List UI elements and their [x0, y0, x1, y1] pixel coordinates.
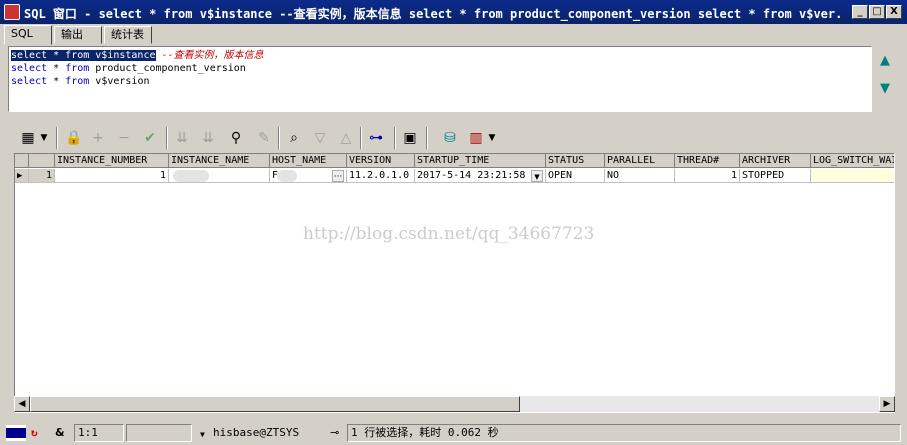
chevron-down-icon[interactable]: ▼	[531, 170, 543, 182]
window-title: SQL 窗口 - select * from v$instance --查看实例…	[24, 7, 844, 21]
column-header[interactable]: INSTANCE_NAME	[169, 154, 270, 168]
minus-icon[interactable]: −	[114, 128, 134, 148]
toolbar-separator	[166, 127, 168, 149]
minimize-button[interactable]: _	[852, 5, 868, 19]
grid-toolbar: ▦ ▼ 🔒 + − ✔ ⇊ ⇊ ⚲ ✎ ⌕ ▽ △ ⊶ ▣ ⛁ ▥ ▼	[14, 124, 894, 152]
code-comment: --查看实例，版本信息	[155, 50, 264, 61]
database-icon[interactable]: ⛁	[440, 128, 460, 148]
maximize-button[interactable]: □	[869, 5, 885, 19]
scroll-right-icon[interactable]: ▶	[879, 396, 895, 412]
keyword: select	[11, 76, 48, 87]
selected-code: select * from v$instance	[11, 50, 156, 61]
binoculars-icon[interactable]: ⚲	[226, 128, 246, 148]
tab-sql[interactable]: SQL	[4, 25, 52, 45]
cell-startup-time[interactable]: 2017-5-14 23:21:58	[415, 169, 546, 183]
sql-editor[interactable]: select * from v$instance --查看实例，版本信息 sel…	[8, 46, 872, 112]
code-text: *	[47, 76, 66, 87]
app-icon	[4, 4, 20, 20]
cell-status[interactable]: OPEN	[546, 169, 605, 183]
lock-icon[interactable]: 🔒	[64, 128, 84, 148]
chevron-down-icon[interactable]: ▼	[486, 128, 498, 148]
tab-output[interactable]: 输出	[54, 26, 102, 44]
horizontal-scrollbar[interactable]: ◀ ▶	[14, 396, 895, 412]
pin-icon: ⊸	[330, 426, 340, 439]
redacted-blur	[173, 170, 209, 182]
plus-icon[interactable]: +	[88, 128, 108, 148]
ampersand-icon[interactable]: &	[55, 426, 65, 440]
column-header[interactable]: INSTANCE_NUMBER	[55, 154, 169, 168]
editor-line-1: select * from v$instance --查看实例，版本信息	[11, 49, 264, 62]
column-header[interactable]: STATUS	[546, 154, 605, 168]
row-indicator-header	[15, 154, 29, 168]
status-bar: ↻ & 1:1 ▼ hisbase@ZTSYS ⊸ 1 行被选择，耗时 0.06…	[0, 422, 907, 445]
watermark-text: http://blog.csdn.net/qq_34667723	[303, 224, 595, 244]
title-bar: SQL 窗口 - select * from v$instance --查看实例…	[0, 0, 907, 24]
arrow-down-double-icon[interactable]: ⇊	[172, 128, 192, 148]
toolbar-separator	[56, 127, 58, 149]
cell-instance-number[interactable]: 1	[55, 169, 169, 183]
arrow-down-double-alt-icon[interactable]: ⇊	[198, 128, 218, 148]
cell-parallel[interactable]: NO	[605, 169, 675, 183]
row-number-header	[29, 154, 55, 168]
chevron-down-icon[interactable]: ▼	[38, 128, 50, 148]
cell-log-switch-wait[interactable]	[811, 169, 894, 183]
cell-version[interactable]: 11.2.0.1.0	[347, 169, 415, 183]
ellipsis-button[interactable]: ···	[332, 170, 344, 182]
cursor-position: 1:1	[74, 424, 124, 442]
check-icon[interactable]: ✔	[140, 128, 160, 148]
tab-statistics[interactable]: 统计表	[104, 26, 152, 44]
grid-icon[interactable]: ▦	[18, 128, 38, 148]
refresh-icon[interactable]: ↻	[31, 426, 38, 440]
editor-line-2: select * from product_component_version	[11, 62, 264, 75]
column-header[interactable]: PARALLEL	[605, 154, 675, 168]
code-text: v$version	[89, 76, 150, 87]
cell-thread[interactable]: 1	[675, 169, 740, 183]
filter-down-icon[interactable]: ▽	[310, 128, 330, 148]
toolbar-separator	[426, 127, 428, 149]
code-text: product_component_version	[89, 63, 246, 74]
column-header[interactable]: ARCHIVER	[740, 154, 811, 168]
cell-archiver[interactable]: STOPPED	[740, 169, 811, 183]
column-header[interactable]: HOST_NAME	[270, 154, 347, 168]
result-grid[interactable]: INSTANCE_NUMBER INSTANCE_NAME HOST_NAME …	[14, 153, 895, 413]
tree-icon[interactable]: ⊶	[366, 128, 386, 148]
query-icon[interactable]: ⌕	[284, 128, 304, 148]
column-header[interactable]: VERSION	[347, 154, 415, 168]
column-header[interactable]: THREAD#	[675, 154, 740, 168]
toolbar-separator	[278, 127, 280, 149]
toolbar-separator	[360, 127, 362, 149]
keyword: from	[65, 63, 90, 74]
redacted-blur	[277, 170, 297, 182]
toolbar-separator	[394, 127, 396, 149]
status-message: 1 行被选择，耗时 0.062 秒	[347, 424, 901, 442]
connection-label[interactable]: hisbase@ZTSYS	[213, 426, 299, 440]
save-icon[interactable]: ▣	[400, 128, 420, 148]
column-header[interactable]: STARTUP_TIME	[415, 154, 546, 168]
scroll-thumb[interactable]	[30, 396, 520, 412]
move-down-icon[interactable]: ▼	[878, 82, 892, 96]
code-text: *	[47, 63, 66, 74]
move-up-icon[interactable]: ▲	[878, 54, 892, 68]
keyword: from	[65, 76, 90, 87]
chevron-down-icon[interactable]: ▼	[200, 428, 205, 442]
close-button[interactable]: X	[886, 5, 902, 19]
chart-icon[interactable]: ▥	[466, 128, 486, 148]
row-number: 1	[29, 169, 55, 183]
scroll-left-icon[interactable]: ◀	[14, 396, 30, 412]
eraser-icon[interactable]: ✎	[254, 128, 274, 148]
row-pointer-icon: ▶	[15, 169, 29, 183]
window-list-icon[interactable]	[6, 425, 26, 441]
editor-line-3: select * from v$version	[11, 75, 264, 88]
status-empty-box	[126, 424, 192, 442]
column-header[interactable]: LOG_SWITCH_WAIT	[811, 154, 894, 168]
keyword: select	[11, 63, 48, 74]
filter-up-icon[interactable]: △	[336, 128, 356, 148]
